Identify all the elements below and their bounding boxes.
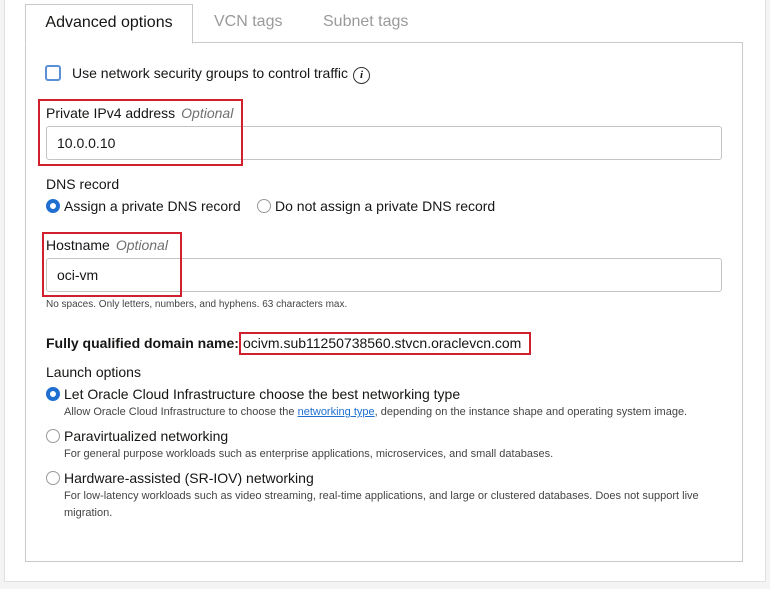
paravirtualized-description: For general purpose workloads such as en… [64, 448, 554, 460]
tab-advanced-options[interactable]: Advanced options [25, 4, 193, 44]
radio-oci-choose-label: Let Oracle Cloud Infrastructure choose t… [64, 386, 461, 402]
oci-choose-description: Allow Oracle Cloud Infrastructure to cho… [64, 406, 687, 418]
radio-sriov-label: Hardware-assisted (SR-IOV) networking [64, 470, 314, 486]
oci-choose-desc-after: , depending on the instance shape and op… [374, 406, 688, 418]
tab-subnet-tags[interactable]: Subnet tags [323, 4, 408, 44]
fqdn-label: Fully qualified domain name: [46, 335, 239, 351]
radio-no-dns-label: Do not assign a private DNS record [275, 198, 496, 214]
nsg-checkbox[interactable] [45, 65, 61, 81]
radio-paravirtualized-label: Paravirtualized networking [64, 428, 229, 444]
oci-choose-desc-before: Allow Oracle Cloud Infrastructure to cho… [64, 406, 295, 418]
networking-type-link[interactable]: networking type [298, 406, 375, 418]
radio-paravirtualized[interactable] [46, 429, 60, 443]
tab-vcn-tags[interactable]: VCN tags [214, 4, 282, 44]
hostname-label-text: Hostname [46, 237, 110, 253]
sriov-description-line2: migration. [64, 507, 113, 519]
info-icon[interactable]: i [353, 67, 370, 84]
optional-tag: Optional [181, 105, 234, 121]
radio-oci-choose[interactable] [46, 387, 60, 401]
private-ip-input[interactable] [46, 126, 722, 160]
fqdn-value: ocivm.sub11250738560.stvcn.oraclevcn.com [243, 335, 522, 351]
radio-sriov[interactable] [46, 471, 60, 485]
optional-tag: Optional [115, 237, 168, 253]
sriov-description-line1: For low-latency workloads such as video … [64, 490, 699, 502]
hostname-input[interactable] [46, 258, 722, 292]
launch-options-label: Launch options [46, 364, 141, 380]
hostname-label: Hostname Optional [46, 237, 168, 253]
radio-assign-dns[interactable] [46, 199, 60, 213]
private-ip-label-text: Private IPv4 address [46, 105, 176, 121]
hostname-help-text: No spaces. Only letters, numbers, and hy… [46, 299, 348, 310]
private-ip-label: Private IPv4 address Optional [46, 105, 233, 121]
radio-assign-dns-label: Assign a private DNS record [64, 198, 241, 214]
dns-record-label: DNS record [46, 176, 120, 192]
advanced-options-panel: Use network security groups to control t… [25, 42, 743, 562]
radio-no-dns[interactable] [257, 199, 271, 213]
nsg-checkbox-label: Use network security groups to control t… [72, 65, 348, 81]
